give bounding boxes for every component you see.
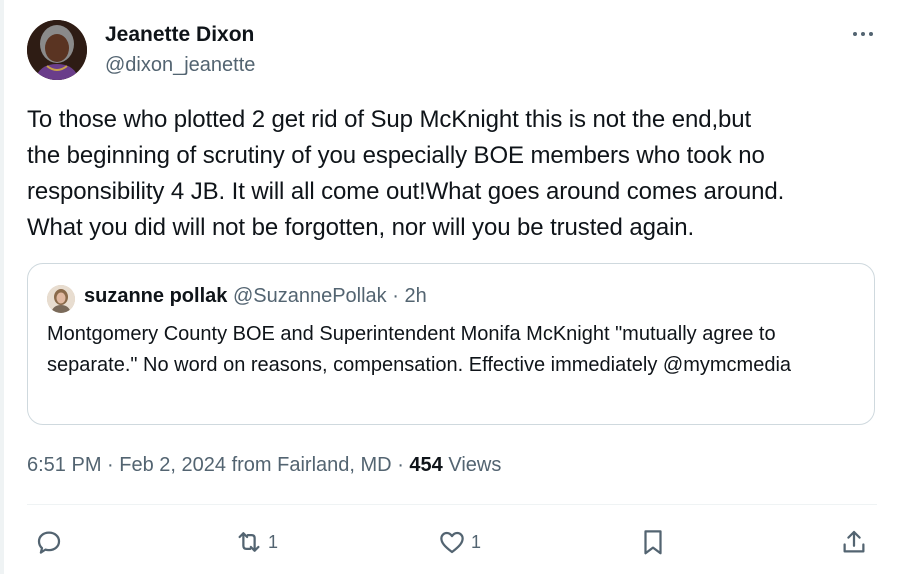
- divider: [27, 504, 877, 505]
- more-icon[interactable]: [850, 24, 876, 44]
- views-count: 454: [409, 454, 443, 476]
- quoted-time: 2h: [404, 285, 427, 307]
- quoted-author-avatar: [47, 285, 75, 313]
- like-count: 1: [471, 531, 482, 552]
- quoted-author-handle: @SuzannePollak: [232, 285, 387, 307]
- share-icon: [843, 530, 865, 553]
- tweet-text: To those who plotted 2 get rid of Sup Mc…: [27, 106, 785, 241]
- author-avatar[interactable]: [27, 20, 87, 80]
- retweet-button[interactable]: 1: [234, 527, 278, 557]
- quoted-header: suzanne pollak @SuzannePollak · 2h: [84, 285, 427, 308]
- quoted-separator: ·: [392, 285, 399, 307]
- left-border: [0, 0, 4, 574]
- views-label: Views: [448, 454, 502, 476]
- tweet-date[interactable]: Feb 2, 2024: [119, 454, 226, 476]
- quoted-tweet-text: Montgomery County BOE and Superintendent…: [47, 323, 792, 376]
- share-button[interactable]: [839, 527, 869, 557]
- like-icon: [440, 531, 464, 554]
- meta-separator: ·: [397, 454, 404, 476]
- bookmark-button[interactable]: [638, 527, 668, 557]
- author-name[interactable]: Jeanette Dixon: [105, 23, 254, 47]
- quoted-tweet[interactable]: suzanne pollak @SuzannePollak · 2h Montg…: [27, 263, 875, 425]
- meta-separator: ·: [107, 454, 114, 476]
- bookmark-icon: [644, 530, 662, 555]
- like-button[interactable]: 1: [437, 527, 481, 557]
- reply-button[interactable]: [34, 527, 68, 557]
- retweet-icon: [238, 532, 260, 552]
- tweet-location: from Fairland, MD: [231, 454, 392, 476]
- author-handle[interactable]: @dixon_jeanette: [105, 54, 255, 77]
- reply-icon: [37, 531, 61, 554]
- retweet-count: 1: [268, 531, 279, 552]
- tweet-time[interactable]: 6:51 PM: [27, 454, 101, 476]
- tweet-meta: 6:51 PM · Feb 2, 2024 from Fairland, MD …: [27, 454, 501, 477]
- quoted-author-name: suzanne pollak: [84, 285, 228, 307]
